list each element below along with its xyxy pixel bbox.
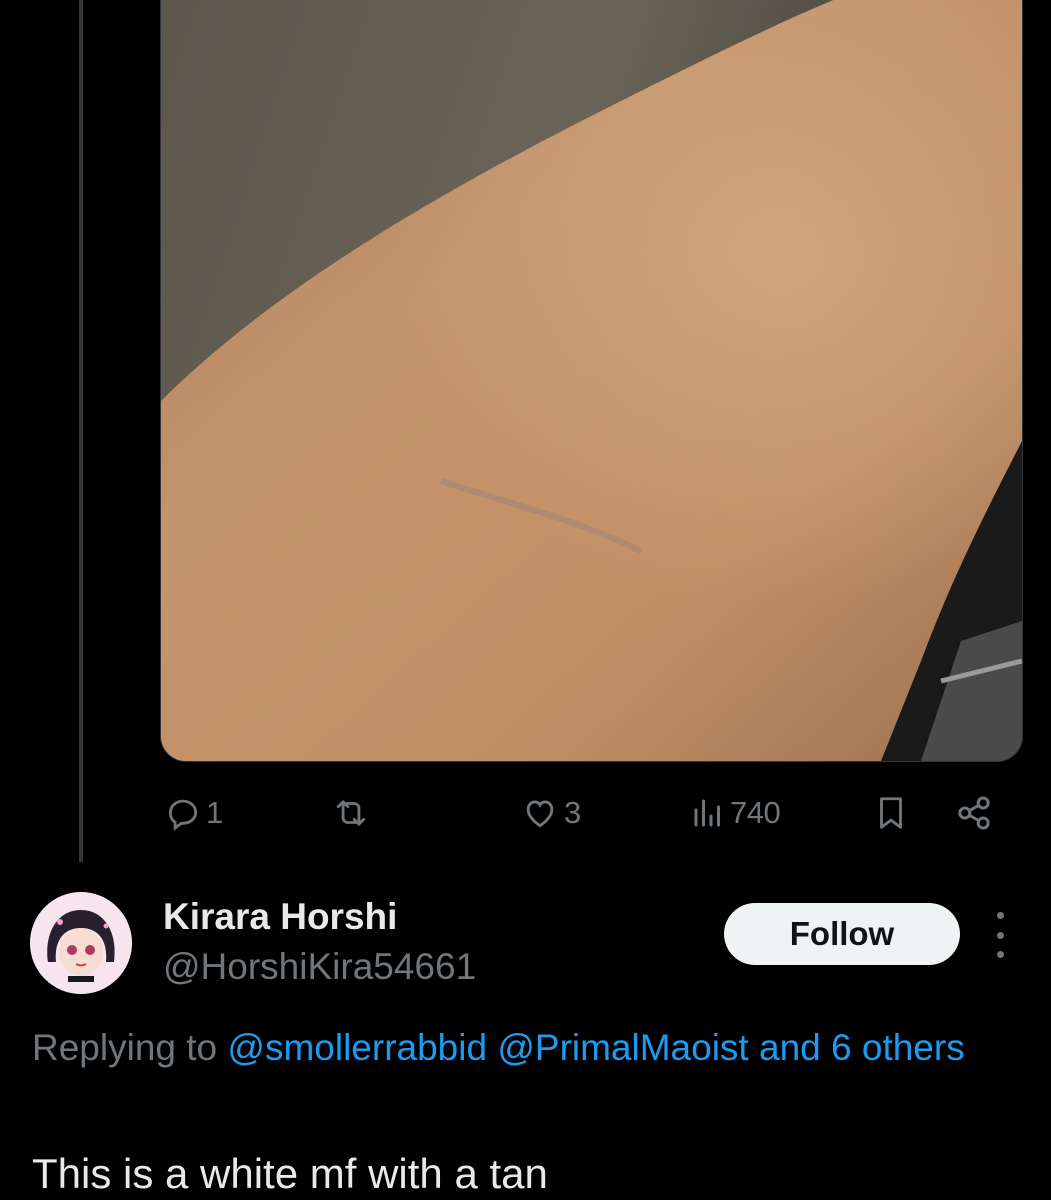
replying-to-label: Replying to xyxy=(32,1027,218,1068)
views-count: 740 xyxy=(730,795,781,830)
more-dot-icon xyxy=(996,912,1004,919)
mention-link[interactable]: @smollerrabbid xyxy=(227,1027,487,1068)
retweet-button[interactable] xyxy=(330,785,372,841)
author-name[interactable]: Kirara Horshi xyxy=(163,896,397,938)
author-handle[interactable]: @HorshiKira54661 xyxy=(163,946,476,988)
tweet-text: This is a white mf with a tan xyxy=(32,1150,548,1197)
reply-count: 1 xyxy=(206,795,223,830)
retweet-icon xyxy=(330,794,372,832)
views-chart-icon xyxy=(690,794,726,832)
thread-connector-line xyxy=(79,0,83,862)
more-dot-icon xyxy=(996,951,1004,958)
share-button[interactable] xyxy=(954,785,994,841)
bookmark-icon xyxy=(872,793,910,833)
like-button[interactable]: 3 xyxy=(520,785,581,841)
share-icon xyxy=(954,793,994,833)
heart-icon xyxy=(520,794,560,832)
photo-of-forearm xyxy=(161,0,1022,761)
replying-to-line: Replying to @smollerrabbid @PrimalMaoist… xyxy=(32,1022,992,1074)
tweet-action-bar: 1 3 740 xyxy=(160,785,1020,841)
avatar[interactable] xyxy=(30,892,132,994)
others-link[interactable]: and 6 others xyxy=(759,1027,965,1068)
like-count: 3 xyxy=(564,795,581,830)
tweet-media-image[interactable] xyxy=(160,0,1023,762)
mention-link[interactable]: @PrimalMaoist xyxy=(497,1027,748,1068)
follow-button[interactable]: Follow xyxy=(724,903,960,965)
tweet-thread: 1 3 740 Kirara Horshi @HorshiKira54661 F… xyxy=(0,0,1051,1200)
reply-button[interactable]: 1 xyxy=(164,785,223,841)
views-button[interactable]: 740 xyxy=(690,785,781,841)
anime-avatar-icon xyxy=(30,892,132,994)
more-dot-icon xyxy=(996,931,1004,939)
more-options-button[interactable] xyxy=(985,912,1015,958)
bookmark-button[interactable] xyxy=(872,785,910,841)
reply-icon xyxy=(164,794,202,832)
